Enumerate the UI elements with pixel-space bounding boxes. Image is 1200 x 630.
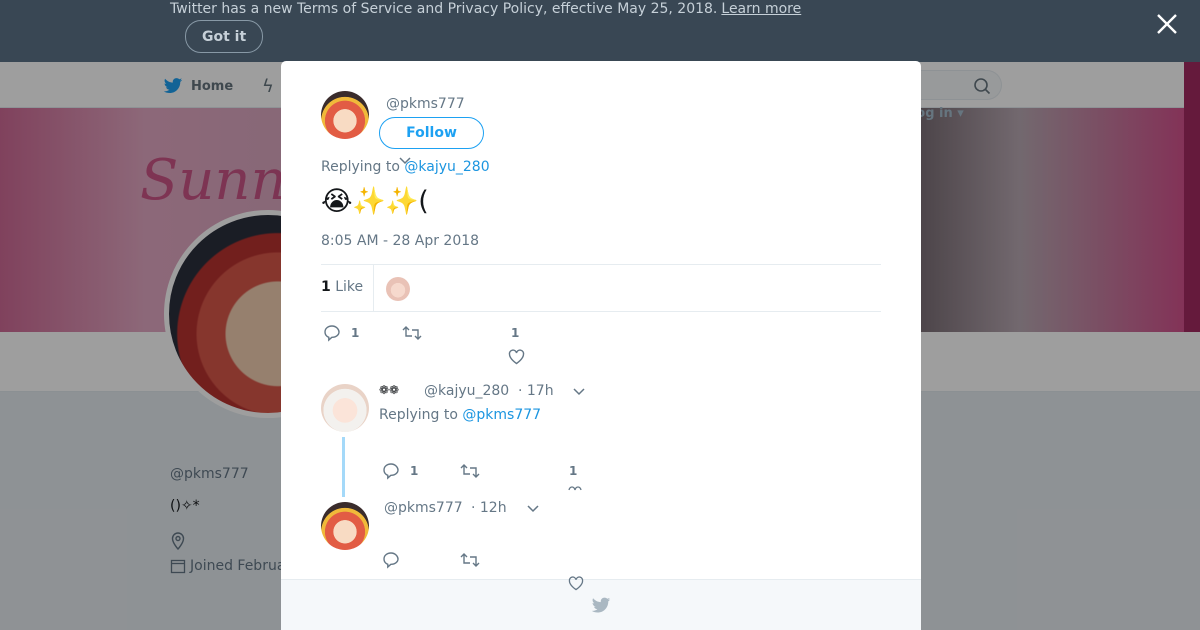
replying-to-link[interactable]: @kajyu_280	[404, 159, 489, 175]
chevron-down-icon[interactable]	[527, 505, 539, 513]
reply-author-handle[interactable]: @kajyu_280	[424, 383, 509, 399]
retweet-icon[interactable]	[460, 552, 480, 568]
reply-avatar[interactable]	[321, 502, 369, 550]
tweet-timestamp[interactable]: 8:05 AM - 28 Apr 2018	[321, 233, 479, 249]
heart-icon[interactable]	[508, 349, 525, 365]
author-handle[interactable]: @pkms777	[386, 96, 465, 112]
likes-count: 1	[321, 279, 331, 295]
thread-connector	[342, 437, 345, 497]
replying-prefix: Replying to	[321, 159, 405, 175]
policy-notice-bar: Twitter has a new Terms of Service and P…	[0, 0, 1200, 62]
reply-icon[interactable]	[382, 551, 400, 569]
reply-like-count: 1	[569, 464, 578, 478]
replying-to: Replying to @kajyu_280	[321, 159, 490, 175]
got-it-button[interactable]: Got it	[185, 20, 264, 53]
follow-button[interactable]: Follow	[379, 117, 484, 149]
liker-avatar[interactable]	[386, 277, 410, 301]
learn-more-link[interactable]: Learn more	[721, 1, 801, 17]
reply-icon[interactable]	[323, 324, 341, 342]
tweet-stats: 1 Like	[321, 264, 881, 312]
author-avatar[interactable]	[321, 91, 369, 139]
reply-time[interactable]: · 12h	[471, 500, 507, 516]
reply-replying-to: Replying to @pkms777	[379, 407, 541, 423]
likes-stat[interactable]: 1 Like	[321, 279, 363, 295]
likes-label: Like	[335, 279, 364, 295]
like-count: 1	[511, 326, 520, 340]
reply-reply-count: 1	[410, 464, 419, 478]
heart-icon[interactable]	[568, 576, 584, 591]
heart-icon[interactable]	[568, 485, 582, 491]
modal-footer	[281, 579, 921, 630]
reply-icon[interactable]	[382, 462, 400, 480]
reply-replying-to-link[interactable]: @pkms777	[462, 407, 541, 423]
reply-time[interactable]: · 17h	[518, 383, 554, 399]
reply-author-name[interactable]: ❁❁	[379, 383, 399, 397]
reply-author-handle[interactable]: @pkms777	[384, 500, 463, 516]
retweet-icon[interactable]	[460, 463, 480, 479]
tweet-text: 😭✨✨(	[321, 186, 429, 217]
tweet-modal: @pkms777 Follow Replying to @kajyu_280 😭…	[281, 61, 921, 630]
stats-divider	[373, 265, 374, 311]
reply-avatar[interactable]	[321, 384, 369, 432]
notice-message: Twitter has a new Terms of Service and P…	[170, 1, 718, 17]
chevron-down-icon[interactable]	[573, 388, 585, 396]
reply-replying-prefix: Replying to	[379, 407, 463, 423]
close-icon[interactable]	[1154, 11, 1180, 37]
retweet-icon[interactable]	[402, 325, 422, 341]
policy-notice-text: Twitter has a new Terms of Service and P…	[170, 1, 801, 17]
reply-count: 1	[351, 326, 360, 340]
twitter-bird-icon	[591, 597, 611, 613]
